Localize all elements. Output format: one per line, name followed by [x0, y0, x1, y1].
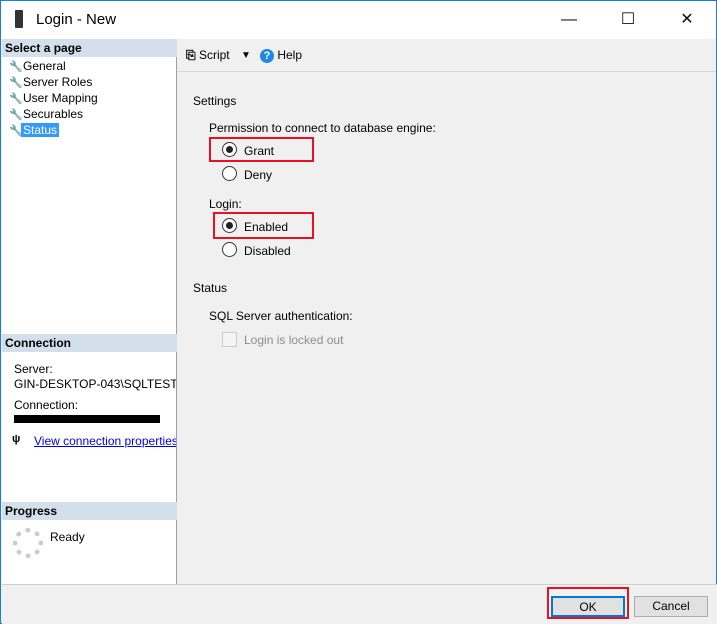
- sidebar-item-general[interactable]: 🔧General: [9, 58, 68, 74]
- sql-auth-label: SQL Server authentication:: [209, 309, 353, 323]
- view-connection-properties-link[interactable]: View connection properties: [34, 434, 176, 448]
- wrench-icon: 🔧: [9, 61, 23, 73]
- sidebar-item-securables[interactable]: 🔧Securables: [9, 106, 85, 122]
- server-icon: [15, 10, 23, 28]
- cancel-button[interactable]: Cancel: [634, 596, 708, 617]
- locked-out-checkbox[interactable]: [222, 332, 237, 347]
- help-icon: ?: [260, 49, 274, 63]
- enabled-label[interactable]: Enabled: [244, 220, 288, 234]
- grant-label[interactable]: Grant: [244, 144, 274, 158]
- connection-properties-icon: ψ: [12, 433, 21, 445]
- wrench-icon: 🔧: [9, 77, 23, 89]
- minimize-button[interactable]: —: [546, 5, 592, 35]
- connection-label: Connection:: [14, 398, 79, 412]
- toolbar: ⎘ Script ▼ ? Help: [178, 39, 716, 72]
- progress-header: Progress: [2, 502, 177, 520]
- enabled-radio[interactable]: [222, 218, 237, 233]
- ok-button[interactable]: OK: [551, 596, 625, 617]
- redacted-connection-value: [14, 415, 160, 423]
- disabled-label[interactable]: Disabled: [244, 244, 291, 258]
- login-label: Login:: [209, 197, 242, 211]
- close-button[interactable]: ✕: [664, 5, 710, 35]
- server-label: Server:: [14, 362, 53, 376]
- progress-status: Ready: [50, 530, 85, 544]
- connection-header: Connection: [2, 334, 177, 352]
- locked-out-label: Login is locked out: [244, 333, 344, 347]
- disabled-radio[interactable]: [222, 242, 237, 257]
- script-label: Script: [198, 48, 230, 62]
- title-bar: Login - New — ☐ ✕: [1, 1, 716, 39]
- sidebar-item-status[interactable]: 🔧Status: [9, 122, 60, 138]
- sidebar-item-label: Status: [21, 123, 60, 137]
- progress-spinner-icon: [13, 528, 43, 558]
- server-value: GIN-DESKTOP-043\SQLTEST: [14, 377, 176, 391]
- wrench-icon: 🔧: [9, 125, 23, 137]
- status-heading: Status: [193, 281, 228, 295]
- permission-label: Permission to connect to database engine…: [209, 121, 436, 135]
- settings-heading: Settings: [193, 94, 237, 108]
- sidebar-item-label: General: [23, 59, 66, 73]
- sidebar-item-server-roles[interactable]: 🔧Server Roles: [9, 74, 94, 90]
- deny-label[interactable]: Deny: [244, 168, 272, 182]
- help-label: Help: [277, 48, 303, 62]
- login-dialog: Login - New — ☐ ✕ Select a page 🔧General…: [0, 0, 717, 624]
- script-dropdown-icon[interactable]: ▼: [241, 50, 251, 61]
- grant-radio[interactable]: [222, 142, 237, 157]
- sidebar-item-label: Server Roles: [23, 75, 93, 89]
- sidebar-item-label: User Mapping: [23, 91, 98, 105]
- sidebar-item-label: Securables: [23, 107, 84, 121]
- left-panel: Select a page 🔧General 🔧Server Roles 🔧Us…: [2, 39, 177, 584]
- deny-radio[interactable]: [222, 166, 237, 181]
- help-button[interactable]: ? Help: [260, 48, 302, 63]
- wrench-icon: 🔧: [9, 93, 23, 105]
- script-icon: ⎘: [186, 48, 196, 62]
- script-button[interactable]: ⎘ Script: [186, 48, 230, 63]
- wrench-icon: 🔧: [9, 109, 23, 121]
- main-panel: ⎘ Script ▼ ? Help Settings Permission to…: [178, 39, 716, 584]
- maximize-button[interactable]: ☐: [605, 5, 651, 35]
- select-page-header: Select a page: [2, 39, 177, 57]
- sidebar-item-user-mapping[interactable]: 🔧User Mapping: [9, 90, 100, 106]
- window-title: Login - New: [36, 11, 117, 28]
- button-bar: OK Cancel: [2, 584, 717, 624]
